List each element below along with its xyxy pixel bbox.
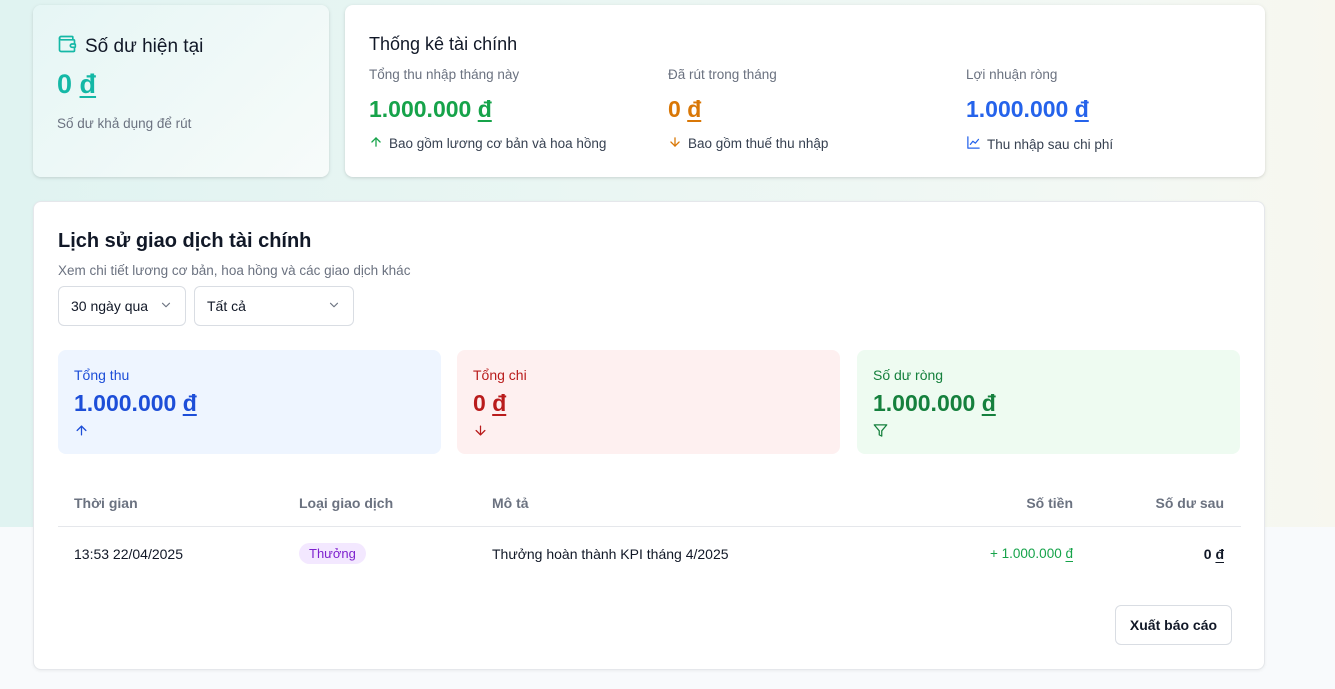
- stat-income-note-text: Bao gồm lương cơ bản và hoa hồng: [389, 136, 607, 151]
- row-description: Thưởng hoàn thành KPI tháng 4/2025: [492, 546, 729, 562]
- summary-total-out: Tổng chi 0 đ: [457, 350, 840, 454]
- stats-title: Thống kê tài chính: [369, 34, 518, 54]
- stat-net-profit-note: Thu nhập sau chi phí: [966, 135, 1256, 153]
- row-time: 13:53 22/04/2025: [74, 546, 183, 562]
- chevron-down-icon: [327, 298, 341, 315]
- summary-net-balance-number: 1.000.000: [873, 390, 976, 416]
- stat-income-note: Bao gồm lương cơ bản và hoa hồng: [369, 135, 659, 152]
- row-balance-after-number: 0: [1203, 546, 1212, 562]
- row-amount-number: + 1.000.000: [990, 546, 1062, 561]
- balance-amount: 0 đ: [57, 69, 96, 100]
- stat-net-profit-currency: đ: [1074, 96, 1089, 122]
- arrow-down-icon: [473, 423, 824, 443]
- stat-withdrawn-currency: đ: [687, 96, 702, 122]
- stat-withdrawn-note: Bao gồm thuế thu nhập: [668, 135, 958, 152]
- column-header-type: Loại giao dịch: [299, 495, 394, 511]
- table-divider: [58, 526, 1241, 527]
- summary-total-out-value: 0 đ: [473, 390, 824, 417]
- history-subtitle: Xem chi tiết lương cơ bản, hoa hồng và c…: [58, 263, 411, 278]
- financial-stats-card: Thống kê tài chính Tổng thu nhập tháng n…: [345, 5, 1265, 177]
- stat-withdrawn-value: 0 đ: [668, 96, 958, 123]
- stat-net-profit: Lợi nhuận ròng 1.000.000 đ Thu nhập sau …: [966, 67, 1256, 153]
- summary-total-out-number: 0: [473, 390, 486, 416]
- summary-total-in-label: Tổng thu: [74, 367, 130, 383]
- stat-income-value: 1.000.000 đ: [369, 96, 659, 123]
- arrow-down-icon: [668, 135, 682, 152]
- arrow-up-icon: [369, 135, 383, 152]
- line-chart-icon: [966, 135, 981, 153]
- summary-total-in: Tổng thu 1.000.000 đ: [58, 350, 441, 454]
- balance-subtitle: Số dư khả dụng để rút: [57, 116, 192, 131]
- stat-withdrawn: Đã rút trong tháng 0 đ Bao gồm thuế thu …: [668, 67, 958, 152]
- summary-net-balance-label: Số dư ròng: [873, 367, 944, 383]
- stat-net-profit-note-text: Thu nhập sau chi phí: [987, 136, 1114, 152]
- row-balance-after-currency: đ: [1215, 546, 1224, 562]
- column-header-description: Mô tả: [492, 495, 529, 511]
- stat-withdrawn-label: Đã rút trong tháng: [668, 67, 777, 82]
- summary-total-in-number: 1.000.000: [74, 390, 177, 416]
- wallet-icon: [57, 34, 77, 59]
- column-header-amount: Số tiền: [1026, 495, 1073, 511]
- stat-net-profit-value: 1.000.000 đ: [966, 96, 1256, 123]
- balance-currency: đ: [79, 69, 97, 99]
- stat-withdrawn-number: 0: [668, 96, 681, 122]
- column-header-balance-after: Số dư sau: [1155, 495, 1224, 511]
- stat-withdrawn-note-text: Bao gồm thuế thu nhập: [688, 136, 829, 151]
- summary-net-balance-value: 1.000.000 đ: [873, 390, 1224, 417]
- summary-total-out-currency: đ: [492, 390, 507, 416]
- export-report-button[interactable]: Xuất báo cáo: [1115, 605, 1232, 645]
- chevron-down-icon: [159, 298, 173, 315]
- summary-total-out-label: Tổng chi: [473, 367, 527, 383]
- type-select-value: Tất cả: [207, 298, 246, 314]
- row-amount: + 1.000.000 đ: [934, 546, 1073, 561]
- filter-icon: [873, 423, 1224, 443]
- summary-total-in-currency: đ: [182, 390, 197, 416]
- column-header-time: Thời gian: [74, 495, 138, 511]
- balance-title: Số dư hiện tại: [85, 35, 204, 57]
- balance-card: Số dư hiện tại 0 đ Số dư khả dụng để rút: [33, 5, 329, 177]
- period-select-value: 30 ngày qua: [71, 298, 149, 314]
- summary-net-balance-currency: đ: [981, 390, 996, 416]
- balance-title-row: Số dư hiện tại: [57, 34, 203, 59]
- stat-income: Tổng thu nhập tháng này 1.000.000 đ Bao …: [369, 67, 659, 152]
- type-select[interactable]: Tất cả: [194, 286, 354, 326]
- transaction-history-card: Lịch sử giao dịch tài chính Xem chi tiết…: [33, 201, 1265, 670]
- row-amount-currency: đ: [1065, 546, 1073, 561]
- row-balance-after: 0 đ: [1124, 546, 1224, 562]
- stat-net-profit-number: 1.000.000: [966, 96, 1069, 122]
- stat-income-number: 1.000.000: [369, 96, 472, 122]
- balance-amount-number: 0: [57, 69, 73, 99]
- stat-income-label: Tổng thu nhập tháng này: [369, 67, 520, 82]
- period-select[interactable]: 30 ngày qua: [58, 286, 186, 326]
- stat-net-profit-label: Lợi nhuận ròng: [966, 67, 1058, 82]
- arrow-up-icon: [74, 423, 425, 443]
- summary-net-balance: Số dư ròng 1.000.000 đ: [857, 350, 1240, 454]
- summary-total-in-value: 1.000.000 đ: [74, 390, 425, 417]
- transaction-type-badge: Thưởng: [299, 543, 366, 564]
- stat-income-currency: đ: [477, 96, 492, 122]
- history-title: Lịch sử giao dịch tài chính: [58, 230, 312, 252]
